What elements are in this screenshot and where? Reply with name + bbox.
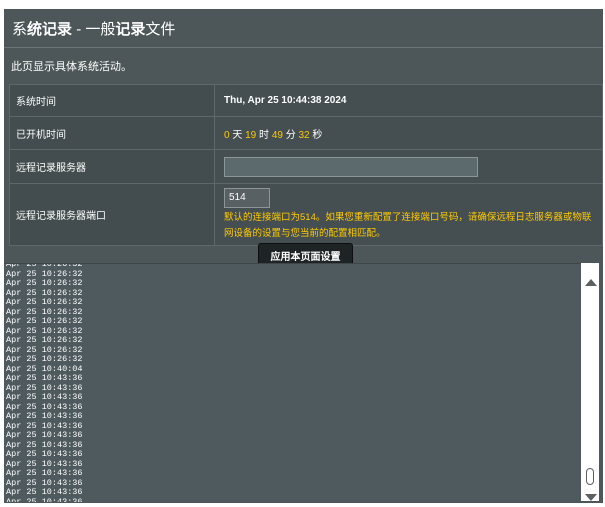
uptime-row: 已开机时间 0 天 19 时 49 分 32 秒: [9, 116, 603, 150]
uptime-value: 0 天 19 时 49 分 32 秒: [214, 116, 603, 150]
remote-server-input[interactable]: [224, 156, 478, 177]
settings-table: 系统时间 Thu, Apr 25 10:44:38 2024 已开机时间 0 天…: [9, 84, 603, 246]
scroll-down-arrow-icon[interactable]: [585, 494, 597, 501]
log-scrollbar[interactable]: [581, 263, 599, 501]
system-time-label: 系统时间: [9, 84, 215, 117]
remote-port-input[interactable]: [224, 187, 270, 208]
remote-port-hint: 默认的连接端口为514。如果您重新配置了连接端口号码，请确保远程日志服务器或物联…: [224, 211, 592, 239]
remote-server-row: 远程记录服务器: [9, 149, 603, 184]
log-lines: Apr 25 10:26:32 Apr 25 10:26:32 Apr 25 10:…: [6, 264, 83, 502]
log-textarea[interactable]: Apr 25 10:26:32 Apr 25 10:26:32 Apr 25 10:…: [4, 263, 581, 502]
system-time-value: Thu, Apr 25 10:44:38 2024: [224, 95, 347, 106]
remote-port-row: 远程记录服务器端口 默认的连接端口为514。如果您重新配置了连接端口号码，请确保…: [9, 183, 603, 246]
page-header: 系统记录 - 一般记录文件: [4, 9, 603, 48]
scroll-thumb[interactable]: [586, 468, 594, 485]
page-description: 此页显示具体系统活动。: [11, 61, 132, 73]
remote-server-label: 远程记录服务器: [9, 149, 215, 184]
scroll-up-arrow-icon[interactable]: [585, 279, 597, 286]
log-line: Apr 25 10:43:36: [6, 496, 83, 502]
remote-port-label: 远程记录服务器端口: [9, 183, 215, 246]
page-title: 系统记录 - 一般记录文件: [12, 21, 176, 38]
uptime-label: 已开机时间: [9, 116, 215, 150]
system-time-row: 系统时间 Thu, Apr 25 10:44:38 2024: [9, 84, 603, 117]
